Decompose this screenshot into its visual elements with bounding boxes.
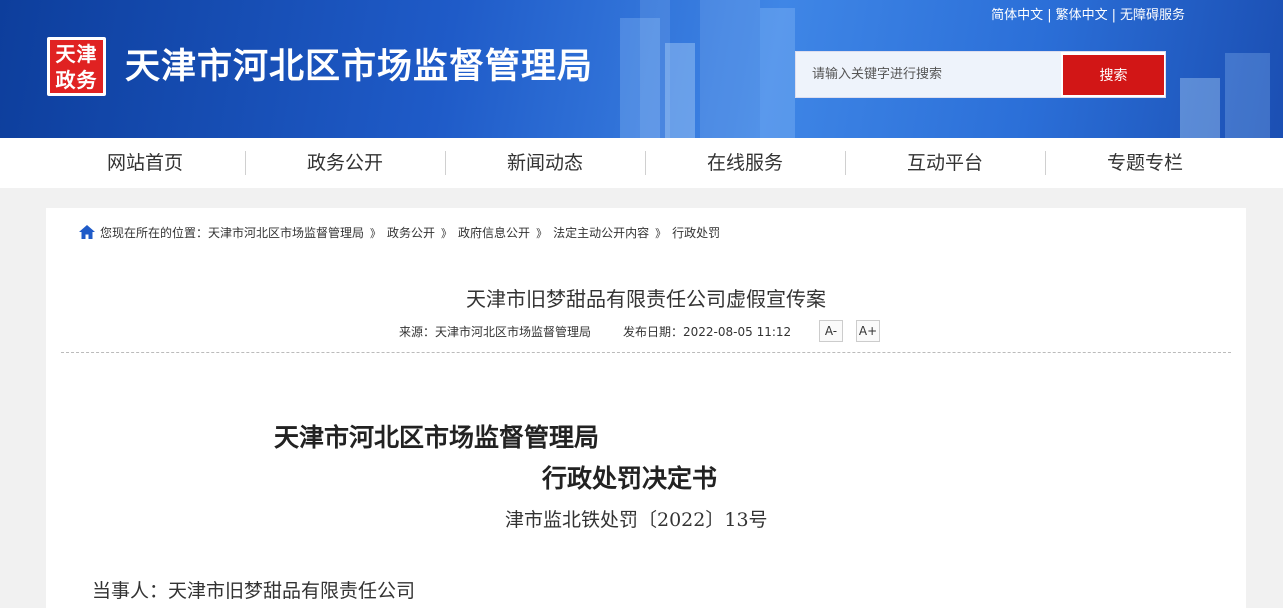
accessibility-link[interactable]: 无障碍服务: [1120, 8, 1185, 23]
breadcrumb-prefix: 您现在所在的位置：: [100, 226, 209, 240]
content-card: 您现在所在的位置：天津市河北区市场监督管理局》政务公开》政府信息公开》法定主动公…: [46, 208, 1246, 608]
article-date: 发布日期：2022-08-05 11:12: [623, 325, 792, 339]
nav-item-news[interactable]: 新闻动态: [445, 138, 645, 188]
lang-traditional-link[interactable]: 繁体中文: [1056, 8, 1108, 23]
breadcrumb: 您现在所在的位置：天津市河北区市场监督管理局》政务公开》政府信息公开》法定主动公…: [79, 225, 720, 242]
banner-building: [1180, 78, 1220, 138]
article-title: 天津市旧梦甜品有限责任公司虚假宣传案: [466, 287, 826, 311]
banner-building: [620, 18, 660, 138]
breadcrumb-item[interactable]: 政府信息公开: [458, 226, 530, 240]
article-meta: 来源：天津市河北区市场监督管理局 发布日期：2022-08-05 11:12: [399, 323, 791, 340]
document-number: 津市监北铁处罚〔2022〕13号: [505, 509, 768, 531]
document-heading-type: 行政处罚决定书: [542, 464, 718, 493]
language-links: 简体中文 | 繁体中文 | 无障碍服务: [991, 4, 1185, 23]
breadcrumb-item[interactable]: 法定主动公开内容: [553, 226, 649, 240]
nav-item-interaction[interactable]: 互动平台: [845, 138, 1045, 188]
nav-item-special-topics[interactable]: 专题专栏: [1045, 138, 1245, 188]
banner-building: [1225, 53, 1270, 138]
logo-seal: 天津 政务: [50, 40, 103, 93]
document-heading-agency: 天津市河北区市场监督管理局: [274, 423, 600, 452]
site-title: 天津市河北区市场监督管理局: [125, 47, 594, 87]
party-line: 当事人：天津市旧梦甜品有限责任公司: [92, 580, 416, 602]
nav-item-government-affairs[interactable]: 政务公开: [245, 138, 445, 188]
nav-item-online-services[interactable]: 在线服务: [645, 138, 845, 188]
nav-item-home[interactable]: 网站首页: [45, 138, 245, 188]
lang-simplified-link[interactable]: 简体中文: [991, 8, 1043, 23]
divider: |: [1047, 8, 1052, 23]
main-nav: 网站首页 政务公开 新闻动态 在线服务 互动平台 专题专栏: [0, 138, 1283, 188]
chevron-right-icon: 》: [441, 227, 453, 240]
divider: [61, 352, 1231, 353]
divider: |: [1111, 8, 1116, 23]
search-box: 搜索: [795, 51, 1166, 98]
chevron-right-icon: 》: [536, 227, 548, 240]
breadcrumb-item[interactable]: 天津市河北区市场监督管理局: [208, 226, 364, 240]
banner-building: [760, 8, 795, 138]
banner-decoration: [700, 0, 760, 138]
banner-building: [665, 43, 695, 138]
article-source: 来源：天津市河北区市场监督管理局: [399, 325, 592, 339]
site-logo[interactable]: 天津 政务: [47, 37, 106, 96]
font-increase-button[interactable]: A+: [856, 320, 880, 342]
chevron-right-icon: 》: [370, 227, 382, 240]
search-input[interactable]: [796, 52, 1061, 97]
breadcrumb-item[interactable]: 政务公开: [387, 226, 435, 240]
site-header: 天津政务 天津市河北区市场监督管理局 简体中文|繁体中文|无障碍服务 搜索: [0, 0, 1283, 138]
breadcrumb-item[interactable]: 行政处罚: [672, 226, 720, 240]
chevron-right-icon: 》: [655, 227, 667, 240]
home-icon: [79, 225, 95, 239]
search-button[interactable]: 搜索: [1063, 55, 1164, 95]
font-decrease-button[interactable]: A-: [819, 320, 843, 342]
